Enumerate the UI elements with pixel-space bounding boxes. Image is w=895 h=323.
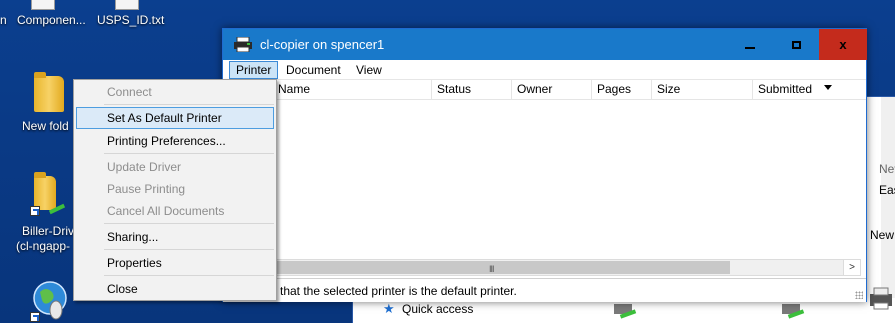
- menu-separator: [104, 223, 274, 224]
- menu-item-pause-printing[interactable]: Pause Printing: [76, 178, 274, 200]
- components-icon[interactable]: [28, 0, 58, 10]
- status-text: that the selected printer is the default…: [280, 284, 517, 298]
- printer-icon: [870, 287, 892, 310]
- resize-grip-icon[interactable]: [855, 291, 863, 299]
- maximize-icon: [791, 40, 801, 49]
- network-cable-icon: [48, 203, 66, 215]
- menu-item-cancel-all-documents[interactable]: Cancel All Documents: [76, 200, 274, 222]
- background-ribbon-new-item: Nev: [879, 162, 895, 176]
- shortcut-arrow-icon: [30, 312, 40, 322]
- star-icon: ★: [383, 301, 395, 316]
- scrollbar-grip-icon: III: [489, 264, 494, 274]
- new-folder-desktop-icon[interactable]: [34, 72, 66, 112]
- scroll-right-button[interactable]: >: [843, 260, 860, 275]
- chevron-right-icon: >: [849, 262, 855, 273]
- biller-drive-desktop-icon[interactable]: [30, 172, 70, 218]
- desktop-icon-label-partial: n: [0, 13, 7, 27]
- column-header-document-name[interactable]: ent Name: [253, 80, 432, 100]
- scrollbar-thumb[interactable]: III: [262, 261, 730, 274]
- sort-descending-icon: [824, 85, 832, 90]
- menu-item-close[interactable]: Close: [76, 278, 274, 300]
- shortcut-arrow-icon: [30, 206, 40, 216]
- background-ribbon-easy-access: Eas: [879, 183, 895, 197]
- column-header-row: ent Name Status Owner Pages Size Submitt…: [223, 80, 866, 100]
- printer-queue-window: cl-copier on spencer1 x Printer Document…: [222, 28, 867, 302]
- desktop-icon-label-biller-drive-host: (cl-ngapp-: [16, 239, 71, 253]
- menu-view[interactable]: View: [349, 61, 389, 79]
- menu-printer[interactable]: Printer: [229, 61, 279, 79]
- column-header-status[interactable]: Status: [432, 80, 512, 100]
- menu-separator: [104, 104, 274, 105]
- menu-item-connect[interactable]: Connect: [76, 81, 274, 103]
- printer-context-menu: Connect Set As Default Printer Printing …: [73, 79, 277, 301]
- desktop-icon-label-biller-drive: Biller-Driv: [22, 224, 74, 238]
- menu-item-set-as-default-printer[interactable]: Set As Default Printer: [76, 107, 274, 129]
- status-bar: that the selected printer is the default…: [223, 278, 866, 302]
- usps-id-file-icon[interactable]: [112, 0, 142, 10]
- minimize-icon: [745, 46, 755, 49]
- column-header-size[interactable]: Size: [652, 80, 753, 100]
- menu-separator: [104, 249, 274, 250]
- menu-bar: Printer Document View: [223, 60, 866, 80]
- menu-separator: [104, 275, 274, 276]
- desktop-icon-label-new-folder: New fold: [22, 119, 69, 133]
- column-header-submitted[interactable]: Submitted: [753, 80, 867, 100]
- menu-separator: [104, 153, 274, 154]
- background-ribbon-new-label: New: [870, 228, 895, 242]
- column-header-owner[interactable]: Owner: [512, 80, 592, 100]
- printer-icon: [234, 37, 252, 52]
- desktop-icon-label-usps: USPS_ID.txt: [97, 13, 165, 27]
- globe-desktop-icon[interactable]: [30, 278, 70, 323]
- menu-item-properties[interactable]: Properties: [76, 252, 274, 274]
- text-file-icon: [115, 0, 139, 10]
- file-icon: [31, 0, 55, 10]
- menu-item-update-driver[interactable]: Update Driver: [76, 156, 274, 178]
- title-bar[interactable]: cl-copier on spencer1 x: [223, 29, 867, 60]
- close-button[interactable]: x: [819, 29, 867, 60]
- column-header-pages[interactable]: Pages: [592, 80, 652, 100]
- menu-document[interactable]: Document: [279, 61, 348, 79]
- close-icon: x: [839, 37, 847, 52]
- folder-icon: [34, 72, 64, 112]
- horizontal-scrollbar[interactable]: III >: [261, 259, 861, 276]
- menu-item-printing-preferences[interactable]: Printing Preferences...: [76, 130, 274, 152]
- print-job-list[interactable]: [223, 100, 866, 258]
- quick-access-label[interactable]: Quick access: [402, 302, 473, 316]
- maximize-button[interactable]: [773, 29, 819, 60]
- desktop-icon-label-components: Componen...: [17, 13, 86, 27]
- window-title: cl-copier on spencer1: [260, 37, 385, 52]
- minimize-button[interactable]: [727, 29, 773, 60]
- menu-item-sharing[interactable]: Sharing...: [76, 226, 274, 248]
